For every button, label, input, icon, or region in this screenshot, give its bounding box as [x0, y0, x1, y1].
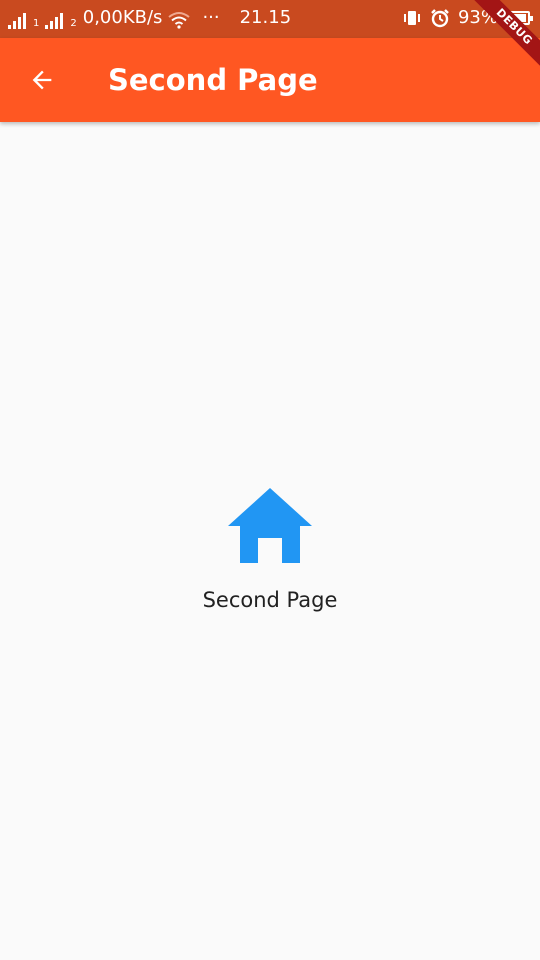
- page-title: Second Page: [108, 63, 318, 97]
- more-dots: ···: [202, 7, 220, 28]
- battery-icon: [506, 11, 533, 25]
- battery-level: [509, 14, 526, 22]
- page-label: Second Page: [202, 588, 338, 612]
- status-right: 93%: [402, 7, 533, 29]
- wifi-icon: [168, 12, 191, 29]
- status-time: 21.15: [239, 7, 292, 28]
- battery-percent: 93%: [457, 7, 498, 28]
- back-button[interactable]: [22, 60, 62, 100]
- alarm-icon: [431, 9, 449, 28]
- main-content: Second Page: [0, 480, 540, 612]
- signal-icon: [45, 11, 64, 29]
- network-speed: 0,00KB/s: [82, 7, 163, 28]
- arrow-back-icon: [32, 70, 52, 90]
- app-bar: Second Page: [0, 38, 540, 122]
- status-left: 1 2 0,00KB/s ··· 21.15: [8, 7, 291, 29]
- vibrate-icon: [403, 11, 420, 25]
- sim1-label: 1: [33, 18, 40, 29]
- status-bar: 1 2 0,00KB/s ··· 21.15 93%: [0, 0, 540, 38]
- home-icon: [228, 488, 312, 563]
- signal-icon: [8, 11, 26, 29]
- sim2-label: 2: [70, 18, 77, 29]
